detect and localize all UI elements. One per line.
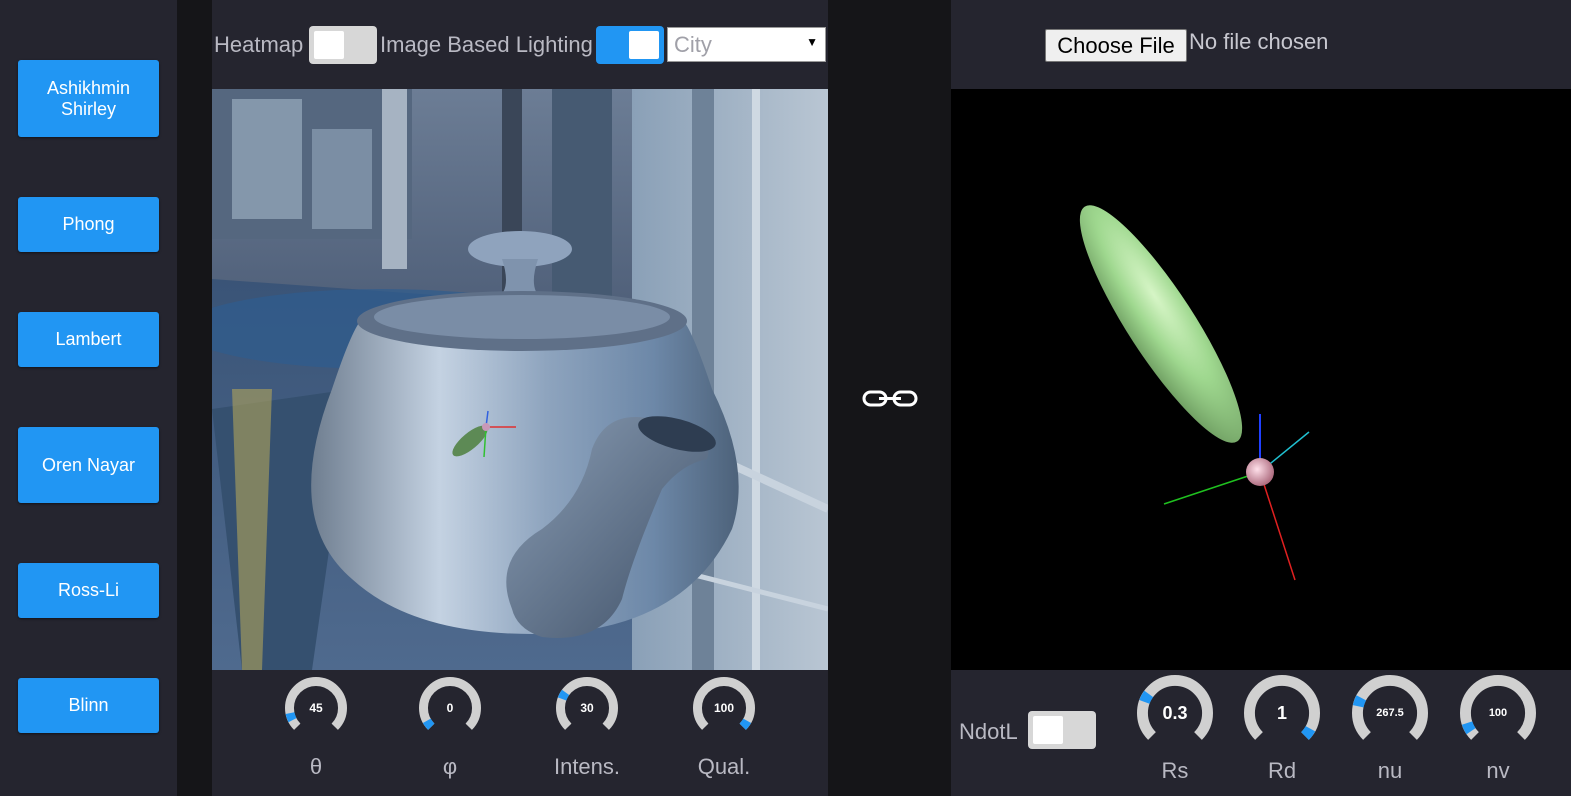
ross-li-button[interactable]: Ross-Li xyxy=(18,563,159,618)
phi-value: 0 xyxy=(446,701,454,715)
rs-label: Rs xyxy=(1161,758,1189,783)
divider xyxy=(177,0,212,796)
phi-dial[interactable]: 0 xyxy=(418,676,482,740)
rd-label: Rd xyxy=(1267,758,1297,783)
ashikhmin-shirley-button[interactable]: Ashikhmin Shirley xyxy=(18,60,159,137)
nv-dial[interactable]: 100 xyxy=(1459,674,1537,752)
lambert-button[interactable]: Lambert xyxy=(18,312,159,367)
quality-dial[interactable]: 100 xyxy=(692,676,756,740)
brdf-panel: Choose File No file chosen NdotL 0.3 Rs … xyxy=(951,0,1571,796)
quality-label: Qual. xyxy=(697,754,751,779)
intensity-dial[interactable]: 30 xyxy=(555,676,619,740)
rd-value: 1 xyxy=(1276,702,1287,723)
nu-value: 267.5 xyxy=(1376,707,1404,719)
nu-label: nu xyxy=(1377,758,1403,783)
chevron-down-icon: ▼ xyxy=(806,35,818,49)
intensity-value: 30 xyxy=(580,701,594,715)
heatmap-label: Heatmap xyxy=(214,32,304,57)
model-sidebar: Ashikhmin Shirley Phong Lambert Oren Nay… xyxy=(0,0,177,796)
choose-file-button[interactable]: Choose File xyxy=(1045,29,1187,62)
brdf-viewer-app: Ashikhmin Shirley Phong Lambert Oren Nay… xyxy=(0,0,1571,796)
heatmap-toggle[interactable] xyxy=(309,26,377,64)
nv-value: 100 xyxy=(1488,707,1508,719)
nv-label: nv xyxy=(1486,758,1510,783)
render-panel: Heatmap Image Based Lighting City ▼ 45 θ… xyxy=(212,0,828,796)
environment-select[interactable]: City ▼ xyxy=(667,27,826,62)
teapot-scene xyxy=(212,89,828,670)
ndotl-label: NdotL xyxy=(959,719,1018,744)
theta-value: 45 xyxy=(309,701,323,715)
file-status: No file chosen xyxy=(1189,29,1329,54)
environment-select-value: City xyxy=(674,32,712,57)
phi-label: φ xyxy=(442,754,458,779)
blinn-button[interactable]: Blinn xyxy=(18,678,159,733)
ibl-toggle[interactable] xyxy=(596,26,664,64)
theta-dial[interactable]: 45 xyxy=(284,676,348,740)
ibl-label: Image Based Lighting xyxy=(380,32,593,57)
link-icon[interactable] xyxy=(861,385,919,413)
nu-dial[interactable]: 267.5 xyxy=(1351,674,1429,752)
panel-divider xyxy=(828,0,951,796)
teapot-viewport[interactable] xyxy=(212,89,828,670)
quality-value: 100 xyxy=(713,701,735,715)
brdf-lobe-viewport[interactable] xyxy=(951,89,1571,670)
rs-dial[interactable]: 0.3 xyxy=(1136,674,1214,752)
oren-nayar-button[interactable]: Oren Nayar xyxy=(18,427,159,503)
theta-label: θ xyxy=(309,754,323,779)
rd-dial[interactable]: 1 xyxy=(1243,674,1321,752)
lobe-scene xyxy=(1079,205,1310,581)
rs-value: 0.3 xyxy=(1162,702,1188,723)
phong-button[interactable]: Phong xyxy=(18,197,159,252)
intensity-label: Intens. xyxy=(553,754,621,779)
ndotl-toggle[interactable] xyxy=(1028,711,1096,749)
